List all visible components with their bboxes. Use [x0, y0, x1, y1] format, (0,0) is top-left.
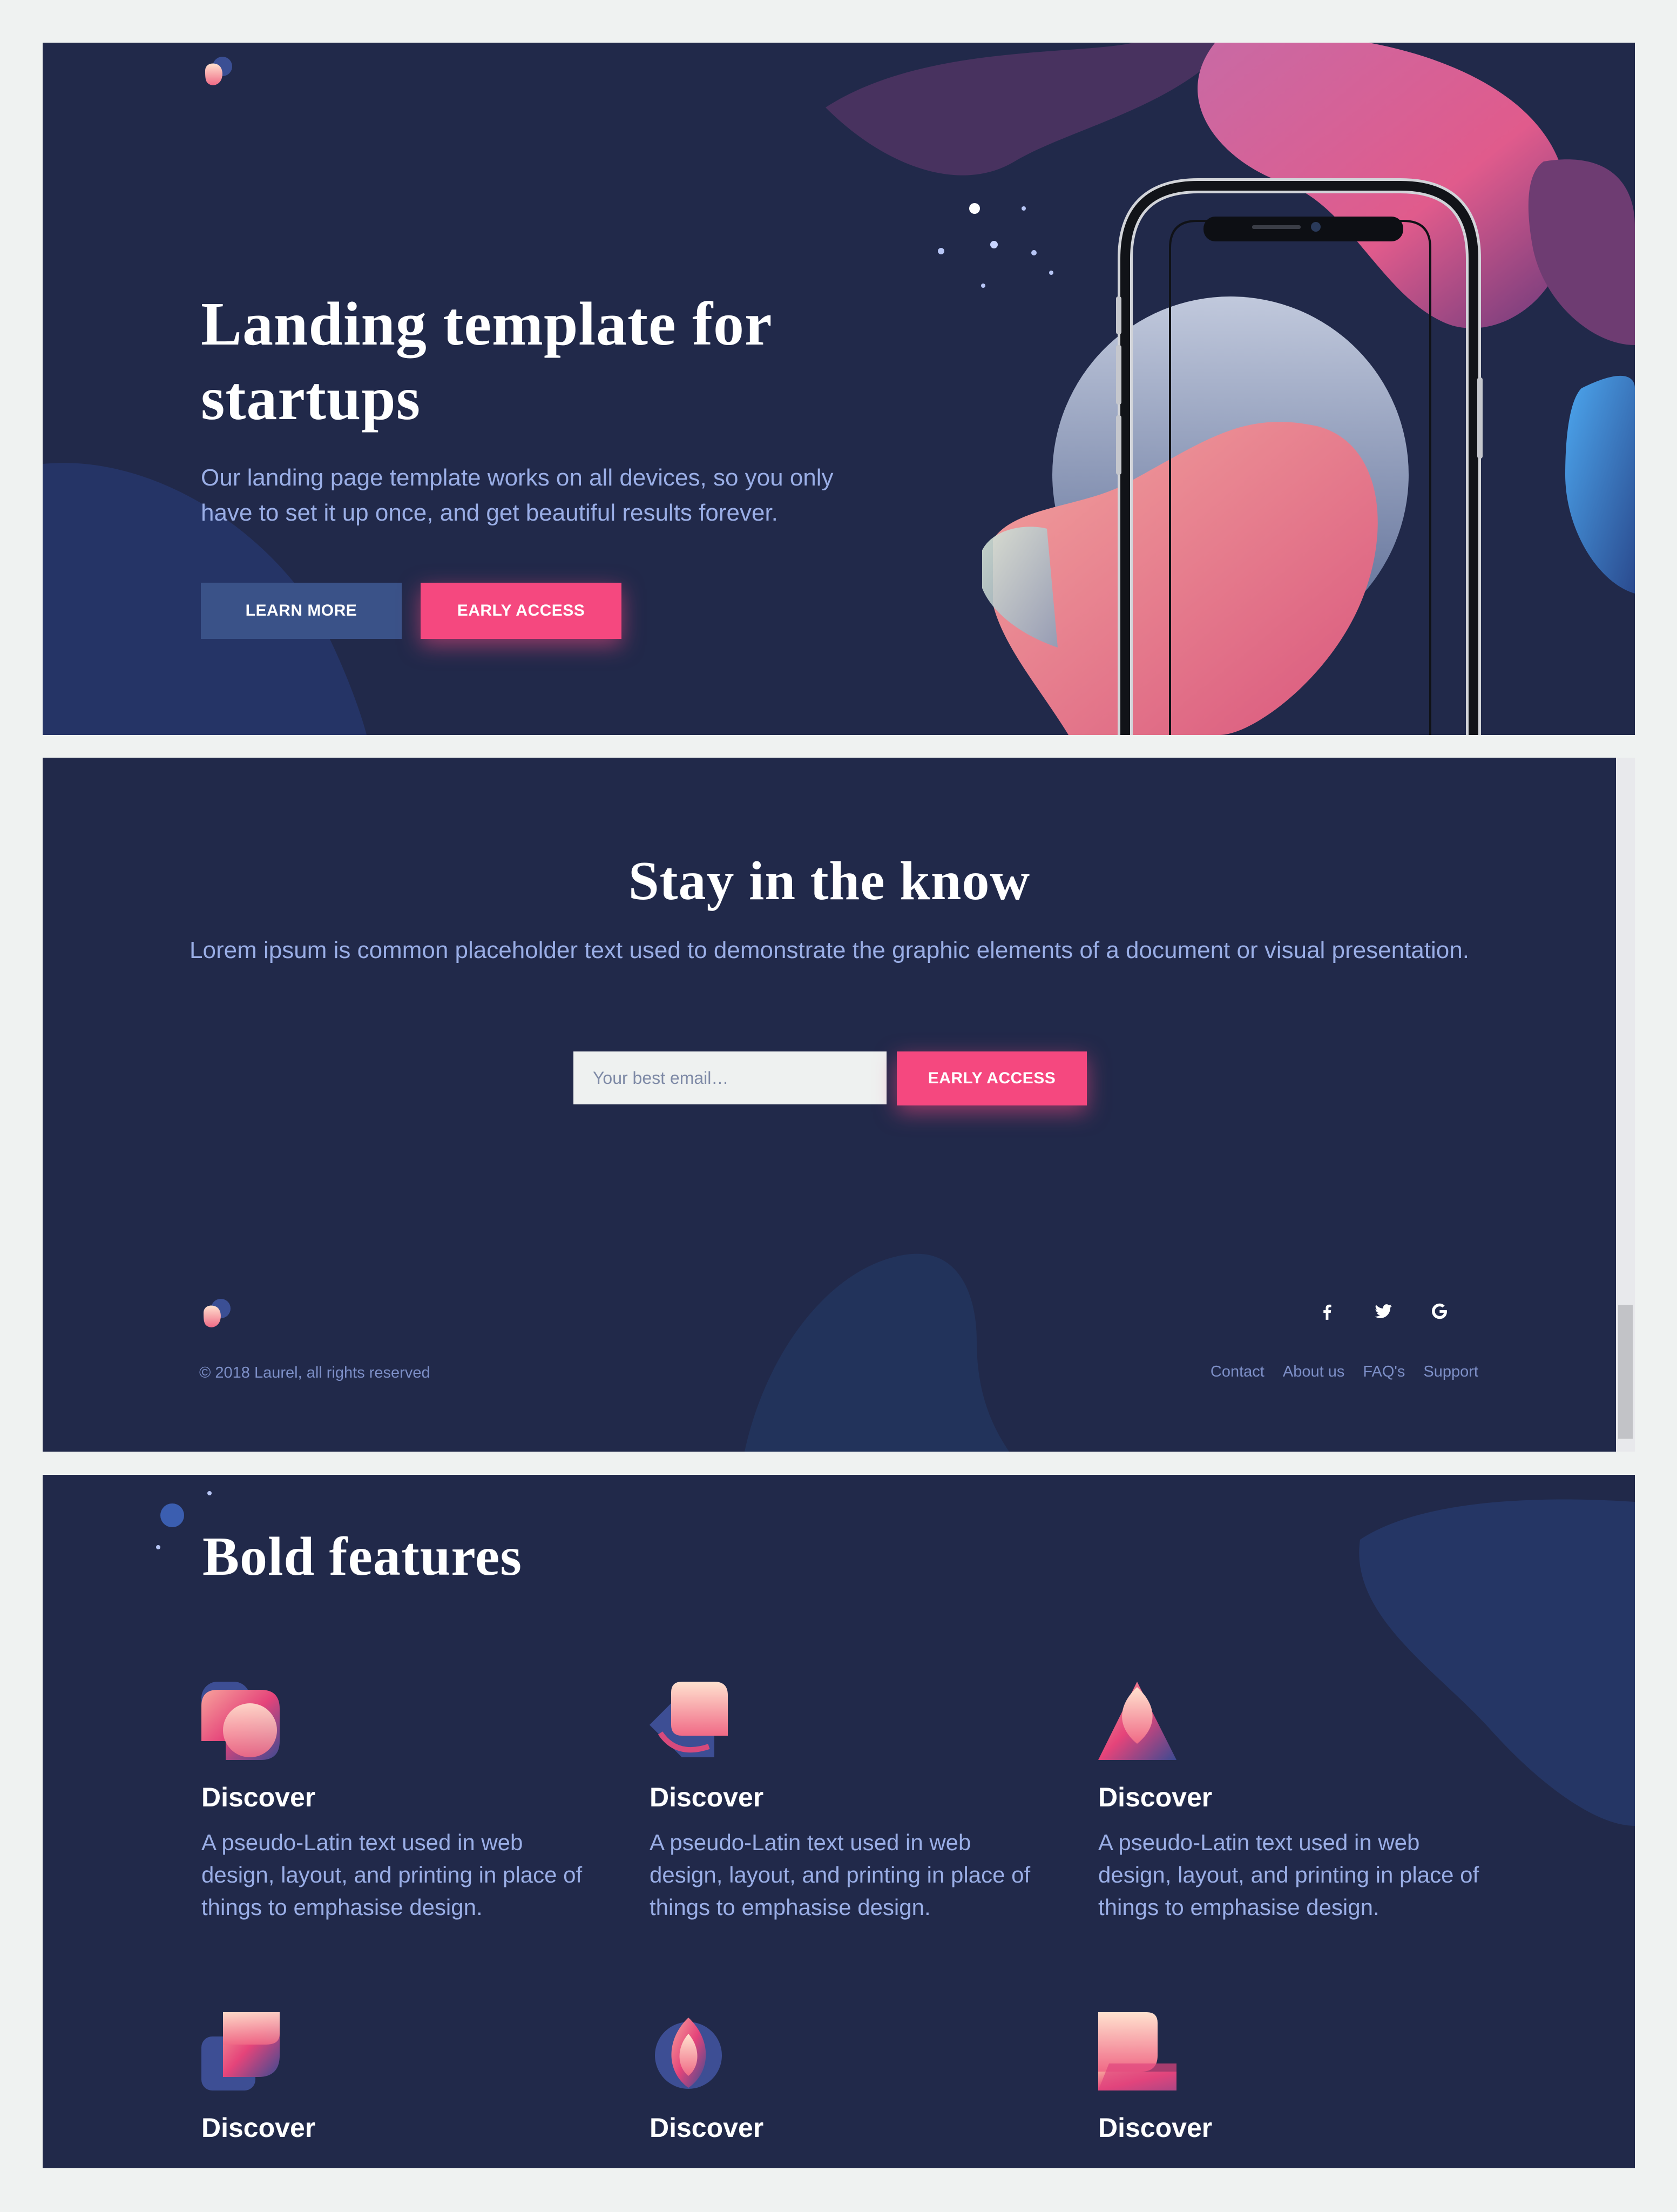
feature-description: A pseudo-Latin text used in web design, … — [201, 1830, 583, 1920]
facebook-icon[interactable] — [1315, 1299, 1340, 1324]
feature-title: Discover — [201, 2113, 316, 2143]
feature-card: Discover A pseudo-Latin text used in web… — [201, 1682, 601, 1920]
hero-section: Landing template for startups Our landin… — [43, 43, 1635, 735]
feature-card: Discover — [201, 2012, 601, 2143]
learn-more-button[interactable]: LEARN MORE — [201, 583, 402, 639]
newsletter-description: Lorem ipsum is common placeholder text u… — [190, 937, 1469, 963]
feature-description: A pseudo-Latin text used in web design, … — [1098, 1830, 1479, 1920]
feature-card: Discover A pseudo-Latin text used in web… — [650, 1682, 1049, 1920]
twitter-icon[interactable] — [1371, 1299, 1396, 1324]
feature-icon-6 — [1098, 2012, 1176, 2090]
brand-logo-icon[interactable] — [201, 55, 235, 89]
feature-icon-2 — [650, 1682, 728, 1757]
feature-description: A pseudo-Latin text used in web design, … — [650, 1830, 1031, 1920]
feature-icon-4 — [201, 2012, 280, 2090]
vertical-scrollbar[interactable] — [1616, 758, 1635, 1452]
feature-card: Discover A pseudo-Latin text used in web… — [1098, 1682, 1498, 1920]
email-input[interactable] — [573, 1051, 887, 1104]
footer-logo-icon[interactable] — [199, 1297, 234, 1331]
feature-title: Discover — [1098, 2113, 1213, 2143]
hero-early-access-button[interactable]: EARLY ACCESS — [421, 583, 621, 639]
footer-link-support[interactable]: Support — [1423, 1363, 1478, 1381]
footer-link-contact[interactable]: Contact — [1211, 1363, 1264, 1381]
feature-icon-3 — [1098, 1682, 1176, 1760]
footer-link-about[interactable]: About us — [1283, 1363, 1344, 1381]
scrollbar-thumb[interactable] — [1618, 1305, 1633, 1439]
features-section: Bold features Discover A pseudo-Latin te… — [43, 1475, 1635, 2168]
google-icon[interactable] — [1427, 1299, 1452, 1324]
footer-nav: Contact About us FAQ's Support — [1211, 1363, 1478, 1381]
hero-title: Landing template for startups — [201, 289, 772, 433]
feature-icon-1 — [201, 1682, 280, 1760]
footer-link-faqs[interactable]: FAQ's — [1363, 1363, 1405, 1381]
feature-title: Discover — [650, 2113, 764, 2143]
newsletter-title: Stay in the know — [628, 851, 1031, 912]
feature-card: Discover — [1098, 2012, 1498, 2143]
feature-title: Discover — [650, 1782, 764, 1812]
newsletter-section: Stay in the know Lorem ipsum is common p… — [43, 758, 1635, 1452]
feature-card: Discover — [650, 2012, 1049, 2143]
hero-description: Our landing page template works on all d… — [201, 464, 834, 526]
feature-title: Discover — [1098, 1782, 1213, 1812]
feature-icon-5 — [655, 2018, 722, 2089]
newsletter-early-access-button[interactable]: EARLY ACCESS — [897, 1051, 1087, 1105]
features-title: Bold features — [202, 1526, 522, 1587]
copyright-text: © 2018 Laurel, all rights reserved — [199, 1364, 430, 1381]
feature-title: Discover — [201, 1782, 316, 1812]
